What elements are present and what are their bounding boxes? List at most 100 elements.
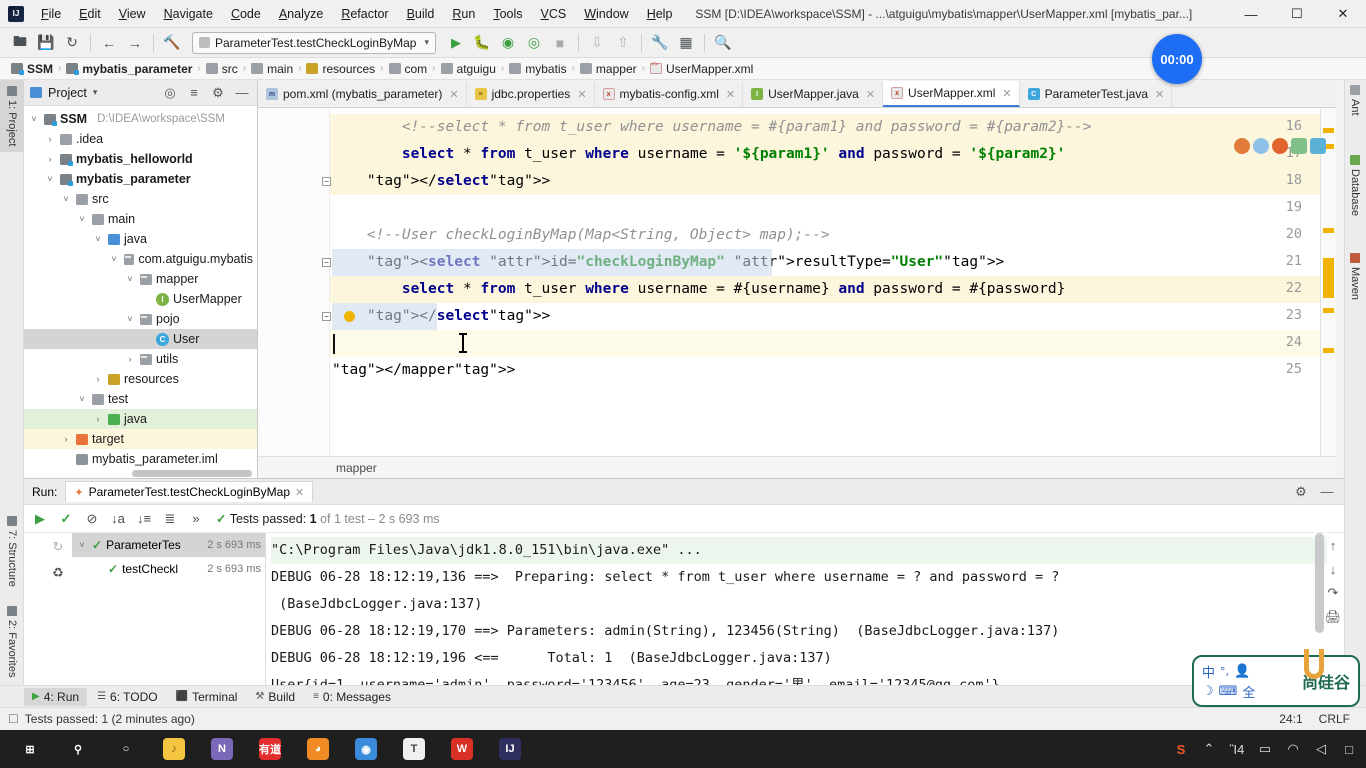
close-icon[interactable]: ✕	[726, 88, 735, 101]
code-line-25[interactable]: "tag"></mapper"tag">>	[332, 357, 515, 384]
menu-item-navigate[interactable]: Navigate	[155, 3, 222, 25]
code-editor[interactable]: 16 <!--select * from t_user where userna…	[258, 108, 1336, 456]
build-hammer-icon[interactable]: 🔨	[160, 31, 184, 55]
youdao-icon[interactable]: 有道	[248, 730, 292, 768]
inspection-icon-2[interactable]	[1253, 138, 1269, 154]
chevron-right-icon[interactable]: ›	[124, 354, 136, 364]
battery-icon[interactable]: ▭	[1252, 730, 1278, 768]
chevron-down-icon[interactable]: ▾	[93, 87, 98, 98]
sogou-input-icon[interactable]: S	[1168, 730, 1194, 768]
chevron-down-icon[interactable]: ˅	[124, 314, 136, 324]
project-tree-node-utils[interactable]: › utils	[24, 349, 257, 369]
code-line-16[interactable]: <!--select * from t_user where username …	[332, 114, 1092, 141]
menu-item-build[interactable]: Build	[398, 3, 444, 25]
expand-all-icon[interactable]: ≣	[160, 509, 180, 529]
ime-language-bar[interactable]: 中 °, 👤 ☽ ⌨ 全 尚硅谷	[1192, 649, 1360, 707]
menu-item-view[interactable]: View	[110, 3, 155, 25]
editor-tab-mybatis-config-xml[interactable]: x mybatis-config.xml ✕	[595, 81, 744, 107]
chevron-right-icon[interactable]: ›	[44, 134, 56, 144]
breadcrumb-item-mapper[interactable]: mapper	[575, 62, 642, 76]
sync-icon[interactable]: ↻	[60, 31, 84, 55]
typora-icon[interactable]: T	[392, 730, 436, 768]
breadcrumb-item-usermapper-xml[interactable]: UserMapper.xml	[645, 62, 758, 76]
inspection-icon-3[interactable]	[1272, 138, 1288, 154]
chevron-right-icon[interactable]: ›	[92, 414, 104, 424]
firefox-icon[interactable]: ◕	[296, 730, 340, 768]
menu-item-file[interactable]: File	[32, 3, 70, 25]
toggle-auto-test-icon[interactable]: ♻	[48, 563, 68, 583]
editor-tab-jdbc-properties[interactable]: ≡ jdbc.properties ✕	[467, 81, 595, 107]
stop-icon[interactable]: ■	[548, 31, 572, 55]
menu-item-vcs[interactable]: VCS	[532, 3, 576, 25]
project-tree-node-pojo[interactable]: ˅ pojo	[24, 309, 257, 329]
search-everywhere-icon[interactable]: 🔍	[711, 31, 735, 55]
rerun-failed-icon[interactable]: ↻	[48, 537, 68, 557]
menu-item-window[interactable]: Window	[575, 3, 637, 25]
hide-icon[interactable]: —	[1318, 483, 1336, 501]
editor-tab-parametertest-java[interactable]: C ParameterTest.java ✕	[1020, 81, 1173, 107]
menu-item-help[interactable]: Help	[638, 3, 682, 25]
close-icon[interactable]: ✕	[1002, 87, 1011, 100]
project-tree-node-target[interactable]: › target	[24, 429, 257, 449]
print-icon[interactable]: 🖨	[1322, 605, 1344, 629]
chevron-down-icon[interactable]: ˅	[76, 540, 88, 550]
scroll-up-icon[interactable]: ↑	[1322, 533, 1344, 557]
bottom-tab-4--run[interactable]: ▶ 4: Run	[24, 687, 88, 706]
settings-wrench-icon[interactable]: 🔧	[648, 31, 672, 55]
caret-position[interactable]: 24:1	[1271, 712, 1310, 726]
close-button[interactable]: ✕	[1320, 0, 1366, 28]
sort-alphabetically-icon[interactable]: ↓a	[108, 509, 128, 529]
debug-icon[interactable]: 🐛	[470, 31, 494, 55]
bottom-tab-0--messages[interactable]: ≡ 0: Messages	[305, 688, 399, 706]
search-icon[interactable]: ⚲	[56, 730, 100, 768]
bottom-tab-6--todo[interactable]: ☰ 6: TODO	[89, 688, 166, 706]
run-coverage-icon[interactable]: ◉	[496, 31, 520, 55]
rerun-icon[interactable]: ▶	[30, 509, 50, 529]
menu-item-code[interactable]: Code	[222, 3, 270, 25]
tool-window-tab-ant[interactable]: Ant	[1344, 80, 1366, 121]
profile-icon[interactable]: ◎	[522, 31, 546, 55]
code-line-17[interactable]: select * from t_user where username = '$…	[332, 141, 1066, 168]
maximize-button[interactable]: ☐	[1274, 0, 1320, 28]
chevron-down-icon[interactable]: ˅	[44, 174, 56, 184]
tool-window-tab-1--project[interactable]: 1: Project	[0, 80, 24, 153]
run-icon[interactable]: ▶	[444, 31, 468, 55]
settings-gear-icon[interactable]: ⚙	[1292, 483, 1310, 501]
menu-item-edit[interactable]: Edit	[70, 3, 110, 25]
menu-item-tools[interactable]: Tools	[484, 3, 531, 25]
project-tree-node-test[interactable]: ˅ test	[24, 389, 257, 409]
chevron-down-icon[interactable]: ˅	[28, 114, 40, 124]
chevron-down-icon[interactable]: ˅	[108, 254, 120, 264]
commit-icon[interactable]: ⇧	[611, 31, 635, 55]
menu-item-refactor[interactable]: Refactor	[332, 3, 397, 25]
code-fold-marker-1[interactable]: −	[322, 177, 331, 186]
line-separator[interactable]: CRLF	[1311, 712, 1358, 726]
project-tree-node-mapper[interactable]: ˅ mapper	[24, 269, 257, 289]
forward-arrow-icon[interactable]: →	[123, 31, 147, 55]
project-horizontal-scrollbar[interactable]	[132, 470, 252, 477]
start-button[interactable]: ⊞	[8, 730, 52, 768]
breadcrumb-item-ssm[interactable]: SSM	[6, 62, 58, 76]
breadcrumb-item-src[interactable]: src	[201, 62, 243, 76]
test-tree-node-testcheckl[interactable]: ✓ testCheckl 2 s 693 ms	[72, 557, 265, 581]
ime-moon-icon[interactable]: ☽	[1202, 684, 1214, 699]
chevron-down-icon[interactable]: ˅	[76, 394, 88, 404]
project-tree-node-mybatis-parameter[interactable]: ˅ mybatis_parameter	[24, 169, 257, 189]
breadcrumb-item-atguigu[interactable]: atguigu	[436, 62, 501, 76]
hide-ignored-icon[interactable]: ⊘	[82, 509, 102, 529]
hide-icon[interactable]: —	[233, 84, 251, 102]
project-tree-node--idea[interactable]: › .idea	[24, 129, 257, 149]
project-tree-node-mybatis-helloworld[interactable]: › mybatis_helloworld	[24, 149, 257, 169]
wps-icon[interactable]: W	[440, 730, 484, 768]
editor-tab-usermapper-java[interactable]: I UserMapper.java ✕	[743, 81, 884, 107]
chevron-right-icon[interactable]: ›	[44, 154, 56, 164]
chevron-down-icon[interactable]: ˅	[60, 194, 72, 204]
status-message[interactable]: Tests passed: 1 (2 minutes ago)	[25, 712, 195, 726]
project-tree-node-resources[interactable]: › resources	[24, 369, 257, 389]
scroll-down-icon[interactable]: ↓	[1322, 557, 1344, 581]
tool-window-tab-2--favorites[interactable]: 2: Favorites	[0, 600, 24, 683]
close-icon[interactable]: ✕	[577, 88, 586, 101]
update-project-icon[interactable]: ⇩	[585, 31, 609, 55]
inspection-icon-5[interactable]	[1310, 138, 1326, 154]
inspection-icon-1[interactable]	[1234, 138, 1250, 154]
